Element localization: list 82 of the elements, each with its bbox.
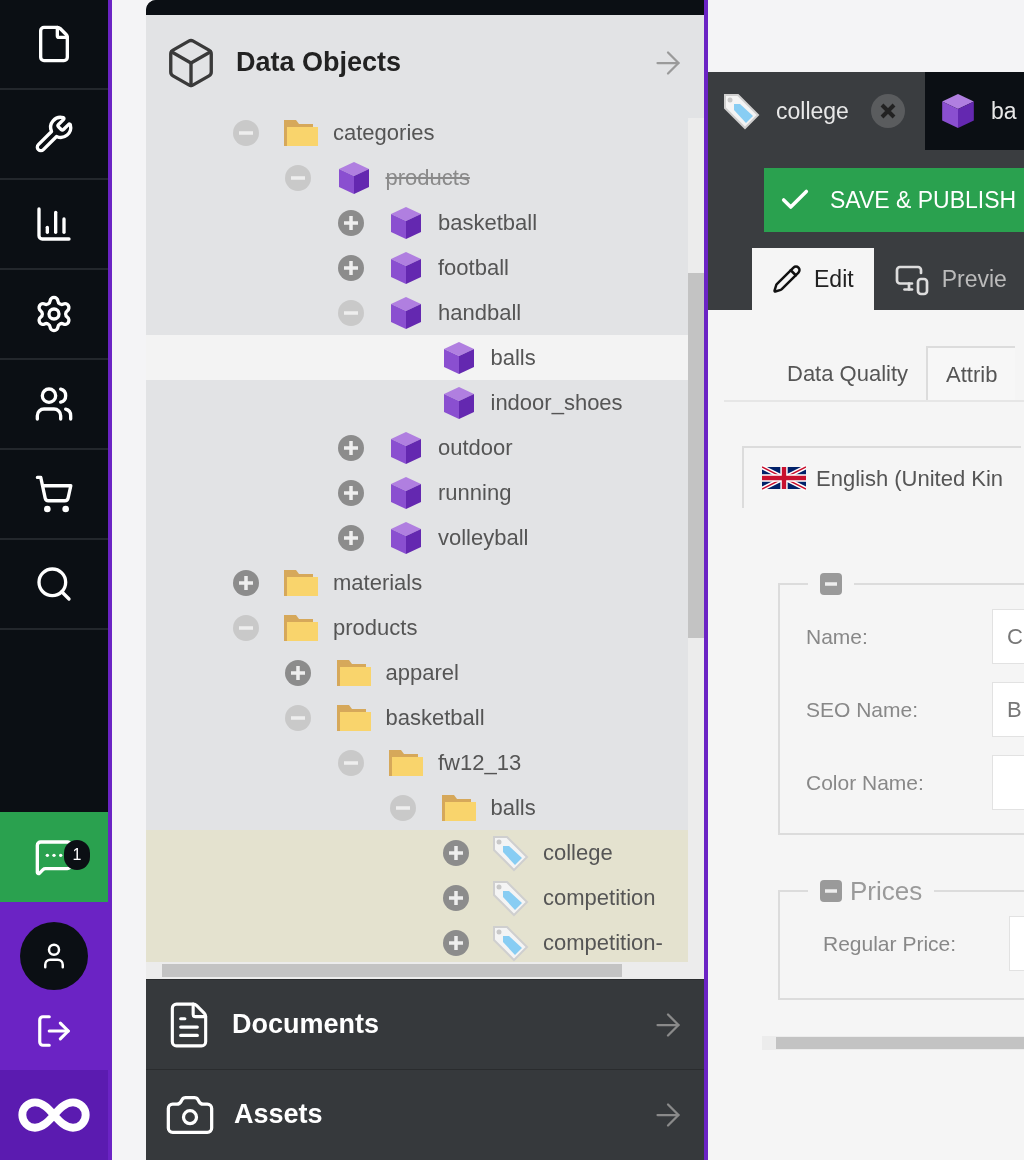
view-tab[interactable]: Edit <box>752 248 874 310</box>
language-tab[interactable]: English (United Kin <box>742 446 1022 508</box>
save-publish-button[interactable]: SAVE & PUBLISH <box>764 168 1024 232</box>
cube-icon <box>388 519 424 556</box>
text-field[interactable]: B <box>992 682 1024 737</box>
tree-item[interactable]: competition- <box>543 926 663 959</box>
folder-icon <box>334 657 373 688</box>
panel-header[interactable]: Data Objects <box>146 15 704 110</box>
wrench-icon <box>34 114 74 154</box>
tree-item[interactable]: outdoor <box>438 431 513 464</box>
tag-icon <box>722 92 762 130</box>
tree-item[interactable]: running <box>438 476 512 509</box>
field-label: Color Name: <box>806 769 925 796</box>
fieldset-title: Prices <box>850 876 923 906</box>
logout-icon[interactable] <box>35 1012 73 1050</box>
expand-icon[interactable] <box>285 659 311 686</box>
cube-icon <box>388 429 424 466</box>
text-field[interactable] <box>1009 916 1024 971</box>
tree-item[interactable]: handball <box>438 296 522 329</box>
tree-item[interactable]: volleyball <box>438 521 529 554</box>
panel-title: Data Objects <box>236 46 402 80</box>
tree-item[interactable]: categories <box>333 116 435 149</box>
field-label: SEO Name: <box>806 696 920 723</box>
tree-item[interactable]: balls <box>490 791 536 824</box>
search-icon <box>34 564 74 604</box>
expand-icon[interactable] <box>337 209 364 236</box>
settings-icon <box>34 294 74 334</box>
notification-badge: 1 <box>64 840 90 870</box>
collapse-icon[interactable] <box>820 880 842 902</box>
field-label: Regular Price: <box>823 930 958 957</box>
collapse-icon[interactable] <box>820 573 842 595</box>
uk-flag-icon <box>762 462 806 494</box>
users-icon <box>34 384 74 424</box>
cart-icon <box>34 474 74 514</box>
panel-title: Documents <box>232 1008 380 1042</box>
expand-icon[interactable] <box>442 929 469 956</box>
folder-icon <box>282 117 320 148</box>
text-field[interactable] <box>992 755 1024 810</box>
section-tab[interactable]: Attrib <box>926 346 1016 400</box>
expand-icon[interactable] <box>442 884 469 911</box>
folder-icon <box>439 792 478 823</box>
tree-item[interactable]: apparel <box>385 656 459 689</box>
tree-item[interactable]: balls <box>490 341 536 374</box>
tree-item[interactable]: indoor_shoes <box>490 386 623 419</box>
cube-icon <box>388 204 424 241</box>
expand-icon[interactable] <box>337 254 364 281</box>
expand-icon[interactable] <box>442 839 469 866</box>
tag-icon <box>491 923 531 962</box>
document-tab[interactable]: ba <box>924 72 1024 150</box>
view-tab[interactable]: Previe <box>873 248 1024 310</box>
tree-item[interactable]: basketball <box>438 206 538 239</box>
pencil-icon <box>772 264 802 294</box>
text-field[interactable]: C <box>992 609 1024 664</box>
tag-icon <box>491 833 531 872</box>
folder-icon <box>387 747 425 778</box>
horizontal-scrollbar[interactable] <box>146 962 704 979</box>
tag-icon <box>491 878 531 917</box>
cube-icon <box>388 294 424 331</box>
horizontal-scrollbar[interactable] <box>762 1036 1024 1050</box>
folder-icon <box>334 702 373 733</box>
expand-icon[interactable] <box>337 479 364 506</box>
document-tab[interactable]: college <box>708 72 925 150</box>
close-icon[interactable] <box>870 94 905 128</box>
section-tab[interactable]: Data Quality <box>769 346 927 400</box>
tree-item[interactable]: products <box>333 611 418 644</box>
expand-icon[interactable] <box>337 434 364 461</box>
field-label: Name: <box>806 623 869 650</box>
panel-title: Assets <box>234 1098 323 1132</box>
folder-icon <box>282 612 320 643</box>
tree-item[interactable]: materials <box>333 566 423 599</box>
expand-icon[interactable] <box>337 524 364 551</box>
chat-button[interactable]: 1 <box>0 812 108 902</box>
tree-item[interactable]: basketball <box>385 701 485 734</box>
tree-item[interactable]: competition <box>543 881 656 914</box>
vertical-scrollbar[interactable] <box>688 118 704 962</box>
tree-item[interactable]: football <box>438 251 509 284</box>
tree-item[interactable]: fw12_13 <box>438 746 522 779</box>
tree-item[interactable]: college <box>543 836 613 869</box>
folder-icon <box>282 567 320 598</box>
cube-icon <box>388 474 424 511</box>
cube-icon <box>388 249 424 286</box>
expand-icon[interactable] <box>232 569 259 596</box>
